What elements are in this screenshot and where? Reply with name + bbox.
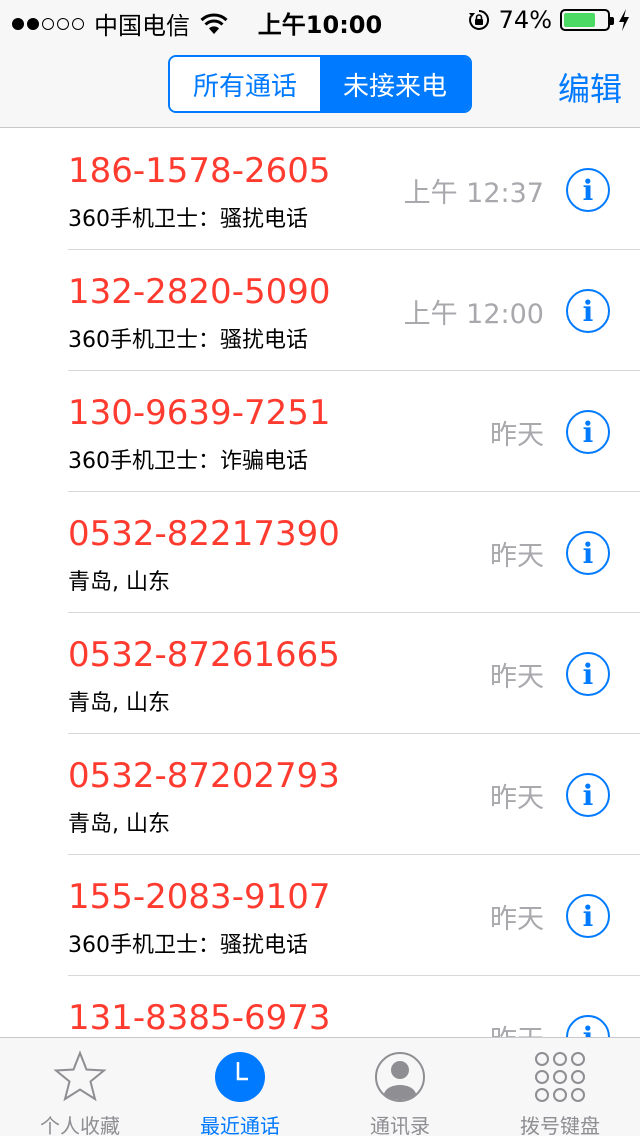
caller-number: 131-8385-6973 — [68, 998, 331, 1037]
edit-button[interactable]: 编辑 — [558, 64, 622, 110]
battery-level — [564, 13, 596, 27]
info-icon[interactable]: i — [566, 773, 610, 817]
status-right: 74% — [467, 6, 630, 34]
caller-description: 360手机卫士：骚扰电话 — [68, 328, 308, 353]
rotation-lock-icon — [468, 9, 489, 30]
tab-recents[interactable]: 最近通话 — [160, 1038, 320, 1136]
caller-number: 0532-87261665 — [68, 635, 340, 675]
info-icon[interactable]: i — [566, 168, 610, 212]
caller-number: 0532-82217390 — [68, 514, 340, 554]
tab-keypad[interactable]: 拨号键盘 — [480, 1038, 640, 1136]
call-row[interactable]: 0532-82217390 青岛, 山东 昨天 i — [0, 492, 640, 613]
contacts-icon — [375, 1052, 425, 1102]
caller-description: 青岛, 山东 — [68, 691, 170, 716]
caller-number: 130-9639-7251 — [68, 393, 331, 433]
call-row[interactable]: 186-1578-2605 360手机卫士：骚扰电话 上午 12:37 i — [0, 129, 640, 250]
battery-percent: 74% — [498, 6, 552, 34]
info-icon[interactable]: i — [566, 1015, 610, 1037]
call-row[interactable]: 131-8385-6973 昨天 i — [0, 976, 640, 1037]
navigation-bar: 所有通话 未接来电 编辑 — [0, 40, 640, 128]
caller-description: 360手机卫士：骚扰电话 — [68, 933, 308, 958]
tab-label-keypad: 拨号键盘 — [520, 1114, 600, 1136]
status-bar: 中国电信 上午10:00 74% — [0, 0, 640, 40]
caller-description: 青岛, 山东 — [68, 570, 170, 595]
info-icon[interactable]: i — [566, 289, 610, 333]
tab-label-favorites: 个人收藏 — [40, 1114, 120, 1136]
info-icon[interactable]: i — [566, 531, 610, 575]
caller-number: 155-2083-9107 — [68, 877, 331, 917]
call-row[interactable]: 0532-87202793 青岛, 山东 昨天 i — [0, 734, 640, 855]
call-time: 昨天 — [490, 662, 544, 693]
tab-label-recents: 最近通话 — [200, 1114, 280, 1136]
caller-description: 360手机卫士：骚扰电话 — [68, 207, 308, 232]
info-icon[interactable]: i — [566, 652, 610, 696]
caller-number: 132-2820-5090 — [68, 272, 331, 312]
battery-icon — [560, 9, 614, 31]
caller-description: 360手机卫士：诈骗电话 — [68, 449, 308, 474]
call-time: 昨天 — [490, 1018, 544, 1037]
keypad-icon — [535, 1052, 585, 1102]
call-time: 上午 12:37 — [403, 178, 544, 209]
tab-bar: 个人收藏 最近通话 通讯录 拨号键盘 — [0, 1037, 640, 1136]
call-row[interactable]: 0532-87261665 青岛, 山东 昨天 i — [0, 613, 640, 734]
segment-all-calls[interactable]: 所有通话 — [170, 57, 320, 111]
call-time: 昨天 — [490, 783, 544, 814]
tab-label-contacts: 通讯录 — [370, 1114, 430, 1136]
call-time: 昨天 — [490, 904, 544, 935]
caller-number: 186-1578-2605 — [68, 151, 331, 191]
tab-favorites[interactable]: 个人收藏 — [0, 1038, 160, 1136]
info-icon[interactable]: i — [566, 410, 610, 454]
info-icon[interactable]: i — [566, 894, 610, 938]
recent-calls-list[interactable]: 186-1578-2605 360手机卫士：骚扰电话 上午 12:37 i 132-28… — [0, 129, 640, 1037]
call-filter-segmented-control: 所有通话 未接来电 — [168, 55, 472, 113]
call-row[interactable]: 132-2820-5090 360手机卫士：骚扰电话 上午 12:00 i — [0, 250, 640, 371]
call-time: 昨天 — [490, 541, 544, 572]
call-time: 昨天 — [490, 420, 544, 451]
call-time: 上午 12:00 — [403, 299, 544, 330]
charging-bolt-icon — [619, 9, 629, 31]
clock-icon — [215, 1052, 265, 1102]
tab-contacts[interactable]: 通讯录 — [320, 1038, 480, 1136]
caller-number: 0532-87202793 — [68, 756, 340, 796]
star-icon — [53, 1050, 107, 1102]
call-row[interactable]: 130-9639-7251 360手机卫士：诈骗电话 昨天 i — [0, 371, 640, 492]
call-row[interactable]: 155-2083-9107 360手机卫士：骚扰电话 昨天 i — [0, 855, 640, 976]
segment-missed-calls[interactable]: 未接来电 — [320, 57, 470, 111]
caller-description: 青岛, 山东 — [68, 812, 170, 837]
